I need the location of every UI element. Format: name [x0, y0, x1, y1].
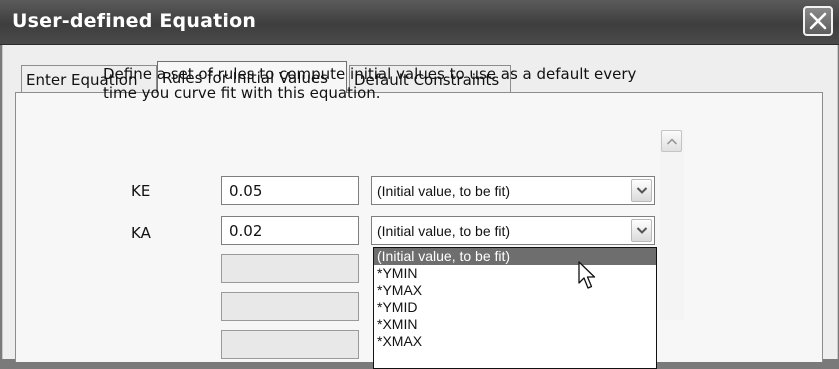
close-x-icon [809, 12, 827, 30]
param-name-ka: KA [131, 224, 151, 242]
ke-rule-value: (Initial value, to be fit) [377, 183, 511, 199]
dropdown-option[interactable]: *YMIN [374, 265, 656, 282]
panel-description: Define a set of rules to compute initial… [103, 65, 637, 102]
dropdown-option[interactable]: *YMID [374, 299, 656, 316]
chevron-down-icon [636, 227, 648, 234]
dropdown-option[interactable]: *YMAX [374, 282, 656, 299]
ke-value-input[interactable] [221, 176, 359, 205]
param-name-ke: KE [131, 182, 151, 200]
ka-value-input[interactable] [221, 216, 359, 245]
scroll-up-button[interactable] [661, 130, 682, 152]
dropdown-option[interactable]: *XMAX [374, 333, 656, 350]
ka-rule-dropdown-button[interactable] [631, 219, 652, 242]
empty-value-input [221, 330, 359, 359]
empty-value-input [221, 292, 359, 321]
ke-rule-dropdown-button[interactable] [631, 179, 652, 202]
title-bar[interactable]: User-defined Equation [0, 0, 839, 45]
ka-rule-select[interactable]: (Initial value, to be fit) [371, 216, 655, 245]
empty-value-input [221, 254, 359, 283]
ke-rule-select[interactable]: (Initial value, to be fit) [371, 176, 655, 205]
chevron-up-icon [666, 138, 678, 145]
close-button[interactable] [803, 6, 833, 36]
chevron-down-icon [636, 187, 648, 194]
rules-scrollbar[interactable] [660, 130, 684, 320]
dropdown-option[interactable]: *XMIN [374, 316, 656, 333]
mouse-pointer-icon [578, 261, 596, 289]
window-title: User-defined Equation [12, 10, 257, 32]
ka-rule-value: (Initial value, to be fit) [377, 223, 511, 239]
rule-dropdown-list[interactable]: (Initial value, to be fit) *YMIN *YMAX *… [373, 247, 657, 369]
dropdown-option[interactable]: (Initial value, to be fit) [374, 248, 656, 265]
